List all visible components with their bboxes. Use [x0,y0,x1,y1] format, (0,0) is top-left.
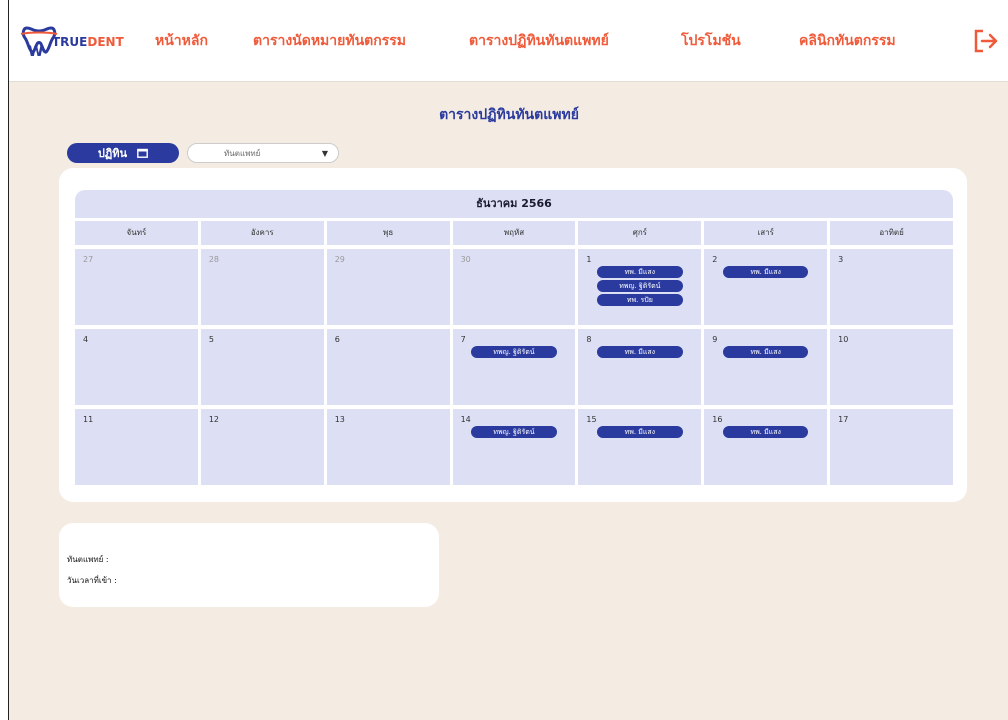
calendar-day-cell[interactable]: 3 [830,249,953,325]
dentist-event-pill[interactable]: ทพญ. ฐิติรัตน์ [471,346,557,358]
app-frame: W TRUEDENT หน้าหลัก ตารางนัดหมายทันตกรรม… [8,0,1008,720]
calendar-day-cell[interactable]: 4 [75,329,198,405]
day-number: 27 [83,255,94,264]
calendar-day-cell[interactable]: 30 [452,249,576,325]
calendar-day-cell[interactable]: 10 [830,329,953,405]
weekday-header: ศุกร์ [578,221,702,245]
weekday-header: จันทร์ [75,221,198,245]
datetime-info-label: วันเวลาที่เข้า : [67,576,117,585]
day-number: 6 [334,335,340,344]
page-title: ตารางปฏิทินทันตแพทย์ [439,107,579,123]
day-number: 4 [83,335,89,344]
dentist-event-pill[interactable]: ทพ. มีแสง [597,346,683,358]
weekday-header: พุธ [326,221,450,245]
calendar-day-cell[interactable]: 12 [200,409,324,485]
day-number: 5 [208,335,214,344]
calendar-day-cell[interactable]: 14 ทพญ. ฐิติรัตน์ [452,409,576,485]
day-number: 7 [460,335,466,344]
nav-clinics[interactable]: คลินิกทันตกรรม [799,30,896,52]
truedent-logo[interactable]: W TRUEDENT [19,22,139,58]
calendar-day-cell[interactable]: 11 [75,409,198,485]
calendar-day-cell[interactable]: 13 [326,409,450,485]
day-number: 13 [334,415,345,424]
calendar-day-cell[interactable]: 27 [75,249,198,325]
day-number: 10 [838,335,849,344]
calendar-grid: จันทร์ อังคาร พุธ พฤหัส ศุกร์ เสาร์ อาทิตย์ 27 2… [75,221,953,489]
weekday-header: อาทิตย์ [830,221,953,245]
nav-home[interactable]: หน้าหลัก [155,30,208,52]
day-number: 17 [838,415,849,424]
dentist-event-pill[interactable]: ทพ. มีแสง [722,426,809,438]
calendar-day-cell[interactable]: 7 ทพญ. ฐิติรัตน์ [452,329,576,405]
calendar-card: ธันวาคม 2566 จันทร์ อังคาร พุธ พฤหัส ศุกร์ เส… [59,168,967,502]
day-number: 2 [712,255,718,264]
calendar-view-button[interactable]: ปฏิทิน [67,143,179,163]
dentist-event-pill[interactable]: ทพญ. ฐิติรัตน์ [471,426,557,438]
weekday-header: เสาร์ [704,221,828,245]
svg-text:W: W [28,44,43,58]
dentist-event-pill[interactable]: ทพญ. ฐิติรัตน์ [597,280,683,292]
nav-promotions[interactable]: โปรโมชัน [681,30,741,52]
dentist-event-pill[interactable]: ทพ. มีแสง [597,266,683,278]
calendar-day-cell[interactable]: 15 ทพ. มีแสง [578,409,702,485]
nav-appointments[interactable]: ตารางนัดหมายทันตกรรม [253,30,406,52]
day-number: 15 [586,415,597,424]
day-number: 12 [208,415,220,424]
calendar-day-cell[interactable]: 29 [326,249,450,325]
day-number: 8 [586,335,592,344]
calendar-day-cell[interactable]: 1 ทพ. มีแสงทพญ. ฐิติรัตน์ทพ. รปัย [578,249,702,325]
day-number: 16 [712,415,723,424]
dentist-select-value: ทันตแพทย์ [224,148,261,158]
calendar-icon [137,148,148,158]
calendar-month-title: ธันวาคม 2566 [75,190,953,218]
day-number: 3 [838,255,844,264]
calendar-view-label: ปฏิทิน [97,147,128,160]
chevron-down-icon: ▼ [321,149,328,158]
day-number: 14 [460,415,471,424]
weekday-header: พฤหัส [452,221,576,245]
day-number: 28 [208,255,220,264]
day-number: 1 [586,255,592,264]
calendar-day-cell[interactable]: 16 ทพ. มีแสง [704,409,828,485]
day-number: 11 [83,415,94,424]
nav-dentist-schedule[interactable]: ตารางปฏิทินทันตแพทย์ [469,30,609,52]
calendar-day-cell[interactable]: 28 [200,249,324,325]
day-number: 30 [460,255,471,264]
calendar-day-cell[interactable]: 8 ทพ. มีแสง [578,329,702,405]
day-number: 9 [712,335,718,344]
day-number: 29 [334,255,345,264]
dentist-event-pill[interactable]: ทพ. รปัย [597,294,683,306]
appointment-info-card: ทันตแพทย์ : วันเวลาที่เข้า : [59,523,439,607]
calendar-day-cell[interactable]: 5 [200,329,324,405]
calendar-day-cell[interactable]: 9 ทพ. มีแสง [704,329,828,405]
dentist-event-pill[interactable]: ทพ. มีแสง [597,426,683,438]
dentist-event-pill[interactable]: ทพ. มีแสง [722,346,809,358]
header: W TRUEDENT หน้าหลัก ตารางนัดหมายทันตกรรม… [9,0,1008,82]
dentist-info-label: ทันตแพทย์ : [67,555,109,564]
weekday-header: อังคาร [200,221,324,245]
dentist-select[interactable]: ทันตแพทย์ ▼ [187,143,339,163]
dentist-event-pill[interactable]: ทพ. มีแสง [722,266,809,278]
logo-wordmark: TRUEDENT [52,35,124,49]
calendar-day-cell[interactable]: 6 [326,329,450,405]
calendar-day-cell[interactable]: 17 [830,409,953,485]
calendar-day-cell[interactable]: 2 ทพ. มีแสง [704,249,828,325]
logout-icon[interactable] [973,28,999,54]
